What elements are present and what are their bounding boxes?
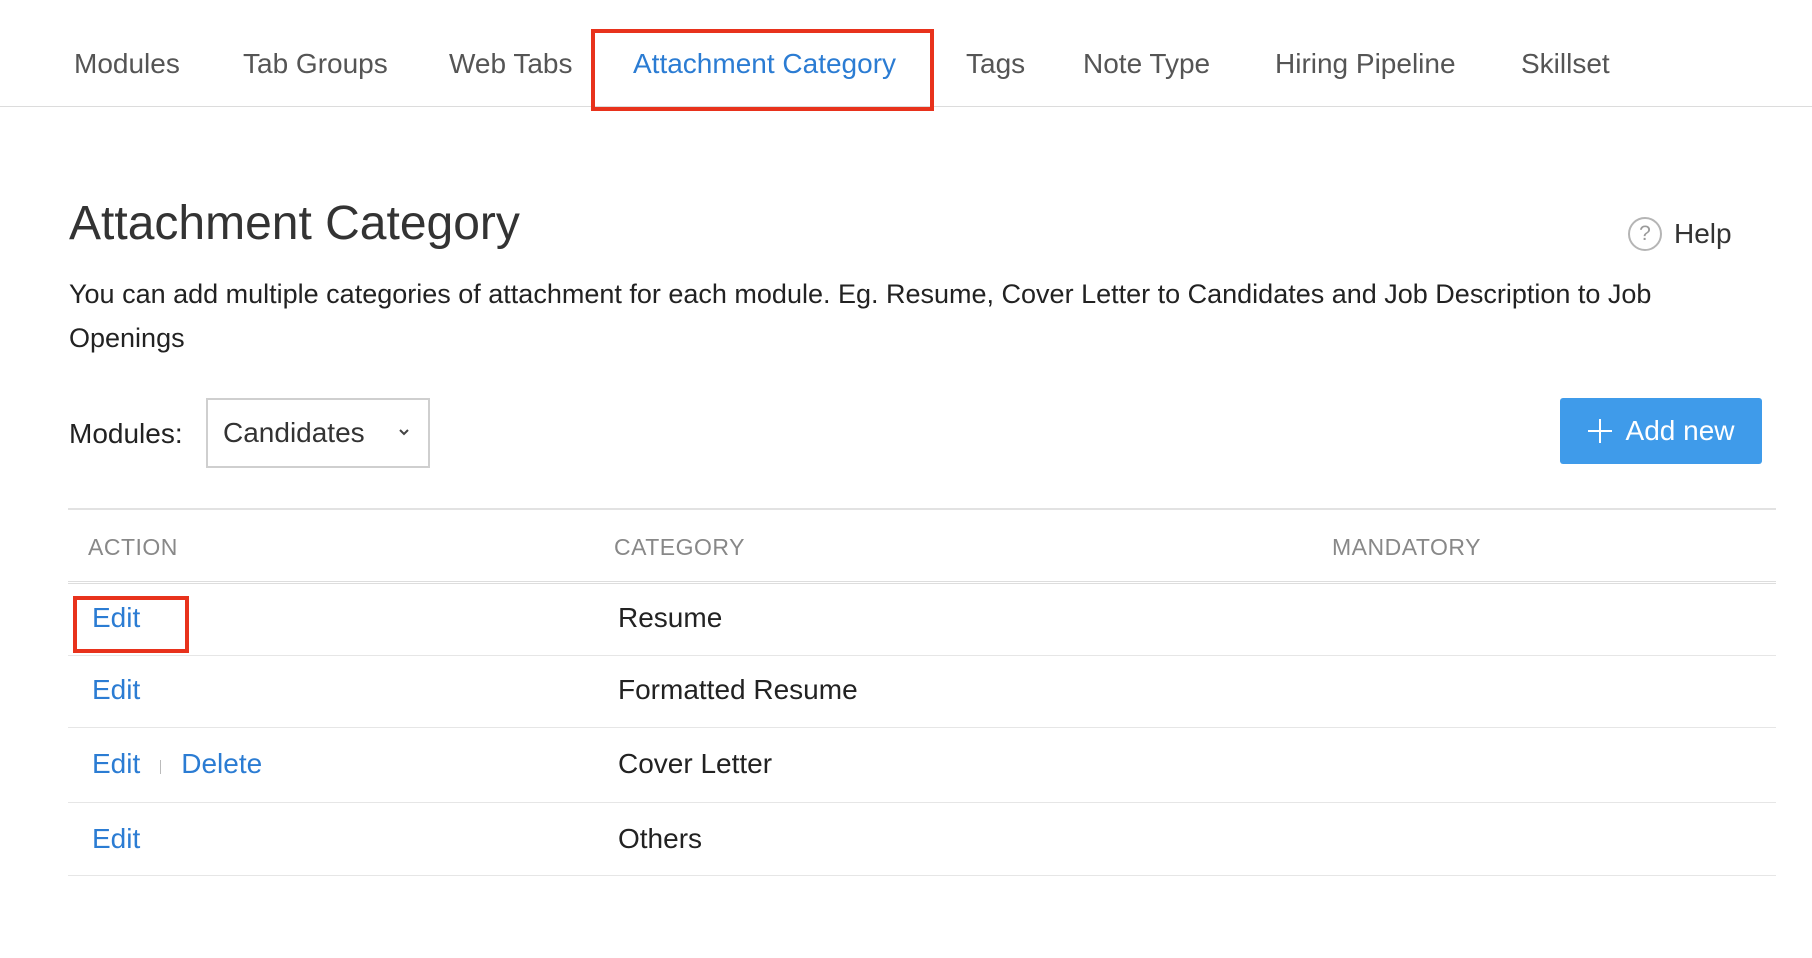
row-actions: Edit Delete	[92, 748, 262, 780]
table-row: Edit Resume	[68, 584, 1776, 656]
help-link[interactable]: ? Help	[1628, 216, 1732, 252]
column-header-action: ACTION	[88, 534, 178, 560]
table-row: Edit Delete Cover Letter	[68, 728, 1776, 803]
page-description: You can add multiple categories of attac…	[69, 279, 1652, 353]
row-actions: Edit	[92, 674, 140, 706]
tab-tags[interactable]: Tags	[966, 48, 1025, 80]
tab-skillset[interactable]: Skillset	[1521, 48, 1610, 80]
tab-modules[interactable]: Modules	[74, 48, 180, 80]
question-circle-icon: ?	[1628, 217, 1662, 251]
modules-select-value: Candidates	[223, 417, 365, 448]
table-header: ACTION CATEGORY MANDATORY	[68, 510, 1776, 584]
tab-tab-groups[interactable]: Tab Groups	[243, 48, 388, 80]
column-header-mandatory: MANDATORY	[1332, 534, 1481, 560]
category-cell: Formatted Resume	[618, 674, 858, 705]
column-header-category: CATEGORY	[614, 534, 745, 560]
tab-hiring-pipeline[interactable]: Hiring Pipeline	[1275, 48, 1456, 80]
tab-note-type[interactable]: Note Type	[1083, 48, 1210, 80]
table-row: Edit Formatted Resume	[68, 656, 1776, 728]
modules-select[interactable]: Candidates	[206, 398, 430, 468]
attachment-category-table: ACTION CATEGORY MANDATORY Edit Resume Ed…	[68, 508, 1776, 876]
edit-link[interactable]: Edit	[92, 823, 140, 855]
category-cell: Others	[618, 823, 703, 854]
modules-label: Modules:	[69, 418, 183, 449]
plus-icon	[1587, 419, 1612, 443]
delete-link[interactable]: Delete	[181, 748, 262, 780]
page-title: Attachment Category	[69, 197, 520, 250]
category-cell: Cover Letter	[618, 748, 773, 779]
action-separator	[160, 760, 162, 774]
category-cell: Resume	[618, 602, 723, 633]
tab-web-tabs[interactable]: Web Tabs	[449, 48, 572, 80]
edit-link[interactable]: Edit	[92, 674, 140, 706]
edit-link[interactable]: Edit	[92, 602, 140, 634]
chevron-down-icon	[399, 429, 409, 436]
edit-link[interactable]: Edit	[92, 748, 140, 780]
help-label: Help	[1674, 218, 1732, 249]
tab-bar: Modules Tab Groups Web Tabs Attachment C…	[0, 0, 1812, 107]
table-row: Edit Others	[68, 803, 1776, 876]
row-actions: Edit	[92, 823, 140, 855]
tab-attachment-category[interactable]: Attachment Category	[633, 48, 896, 80]
add-new-button[interactable]: Add new	[1560, 398, 1762, 464]
row-actions: Edit	[92, 602, 140, 634]
add-new-label: Add new	[1625, 415, 1735, 446]
